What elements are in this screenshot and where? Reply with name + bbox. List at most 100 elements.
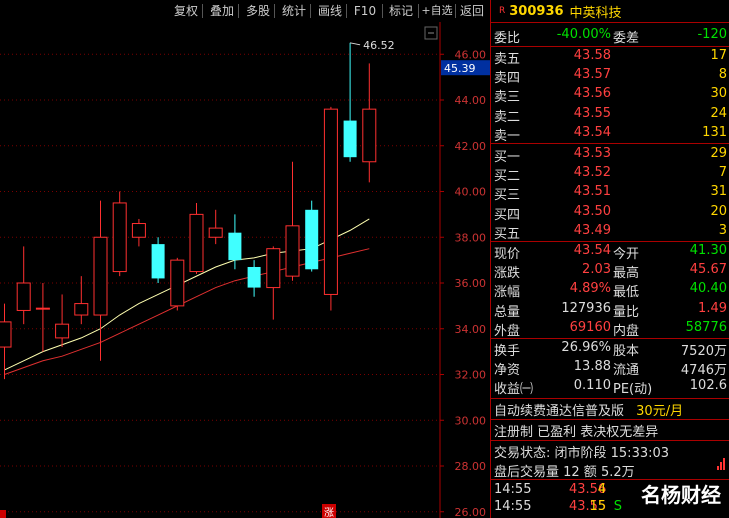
quote-label-2: 今开 [613,247,640,262]
high-annotation-arrow [350,42,361,46]
y-axis: 46.00 44.00 42.00 40.00 38.00 36.00 34.00 32.00… [424,26,490,518]
weicha-value: -120 [697,27,727,42]
sell-price: 43.54 [573,124,611,140]
stock-header: R 300936 中英科技 [491,0,729,22]
fund-label: 收益㈠ [494,382,534,398]
stock-code[interactable]: 300936 [509,4,563,19]
fund-value: 0.110 [573,378,611,394]
buy-volume: 3 [718,222,727,238]
tb-multistock-button[interactable]: 多股 [240,2,276,20]
sell-row[interactable]: 卖五 43.58 17 [491,47,729,67]
promo-line[interactable]: 自动续费通达信普及版 30元/月 [494,400,683,419]
buy-row[interactable]: 买五 43.49 3 [491,222,729,242]
candle-body [305,209,319,270]
sell-label: 卖一 [494,128,521,144]
candle-body [55,323,70,339]
candle-body [16,282,31,311]
bar-chart-icon[interactable] [717,458,727,470]
buy-price: 43.51 [573,184,611,200]
tick-time: 14:55 [494,499,532,514]
sell-label: 卖五 [494,52,521,67]
quote-row: 涨幅 4.89% 最低 40.40 [491,280,729,300]
tb-back-button[interactable]: 返回 [455,2,489,20]
tb-stats-button[interactable]: 统计 [276,2,312,20]
candle-body [35,307,50,310]
quote-value-2: 40.40 [689,281,727,297]
tb-fuquan-button[interactable]: 复权 [168,2,204,20]
candle-body [228,232,242,261]
tb-drawline-button[interactable]: 画线 [312,2,348,20]
y-tick-label: 34.00 [455,323,487,336]
divider [491,22,729,23]
tb-sep [238,4,239,18]
tb-overlay-button[interactable]: 叠加 [204,2,240,20]
quote-label-2: 内盘 [613,323,640,339]
fund-label: 净资 [494,363,521,379]
quote-value-2: 58776 [685,319,727,335]
y-tick-label: 38.00 [455,231,487,244]
buy-row[interactable]: 买三 43.51 31 [491,183,729,203]
after-hours-volume: 盘后交易量 12 额 5.2万 [494,465,635,480]
y-tick-label: 28.00 [455,460,487,473]
y-tick-label: 40.00 [455,186,487,199]
sell-label: 卖二 [494,109,521,125]
left-marker [0,510,6,518]
y-tick-label: 44.00 [455,94,487,107]
quote-label: 现价 [494,247,521,262]
sell-label: 卖四 [494,71,521,87]
tb-add-watchlist-button[interactable]: +自选 [419,2,455,20]
fund-value: 13.88 [573,359,611,375]
buy-price: 43.49 [573,222,611,238]
fund-label: 换手 [494,344,521,359]
candle-body [323,108,338,295]
sell-row[interactable]: 卖二 43.55 24 [491,105,729,125]
sell-volume: 24 [710,105,727,121]
y-tick-label: 26.00 [455,506,487,518]
quote-value: 4.89% [569,281,611,297]
buy-row[interactable]: 买二 43.52 7 [491,164,729,184]
buy-label: 买一 [494,150,521,165]
y-tick-label: 30.00 [455,414,487,427]
weicha-label: 委差 [613,31,640,46]
register-line: 注册制 已盈利 表决权无差异 [494,425,659,440]
quote-value-2: 1.49 [698,300,727,316]
fund-value-2: 102.6 [689,378,727,394]
buy-row[interactable]: 买四 43.50 20 [491,203,729,223]
tick-flag: S [613,499,622,514]
sell-row[interactable]: 卖一 43.54 131 [491,124,729,144]
quote-value: 2.03 [582,262,611,278]
candle-body [189,213,204,273]
weibi-value: -40.00% [556,27,611,42]
buy-label: 买四 [494,207,521,223]
candle-body [208,227,223,238]
quote-value: 127936 [561,300,611,316]
candle-body [93,236,108,316]
sell-row[interactable]: 卖三 43.56 30 [491,85,729,106]
divider [491,419,729,420]
sell-volume: 8 [718,67,727,83]
sell-label: 卖三 [494,90,521,106]
stock-name[interactable]: 中英科技 [570,2,622,21]
candle-body [285,225,300,277]
zhang-marker: 涨 [324,507,334,518]
buy-row[interactable]: 买一 43.53 29 [491,145,729,165]
tb-sep [310,4,311,18]
tick-volume: 15 [589,499,606,514]
buy-volume: 7 [718,165,727,181]
quote-label: 外盘 [494,323,521,339]
tb-sep [382,4,383,18]
fund-value-2: 7520万 [680,344,727,359]
divider [491,398,729,399]
tb-sep [346,4,347,18]
quote-label: 总量 [494,304,521,320]
promo-price: 30元/月 [636,404,684,419]
tb-mark-button[interactable]: 标记 [384,2,418,20]
sell-row[interactable]: 卖四 43.57 8 [491,66,729,87]
quote-row: 现价 43.54 今开 41.30 [491,242,729,262]
candle-body [247,266,261,288]
fund-label-2: PE(动) [613,382,653,398]
tb-sep [202,4,203,18]
tb-f10-button[interactable]: F10 [348,2,382,20]
buy-volume: 31 [710,184,727,200]
candle-body [170,259,185,307]
